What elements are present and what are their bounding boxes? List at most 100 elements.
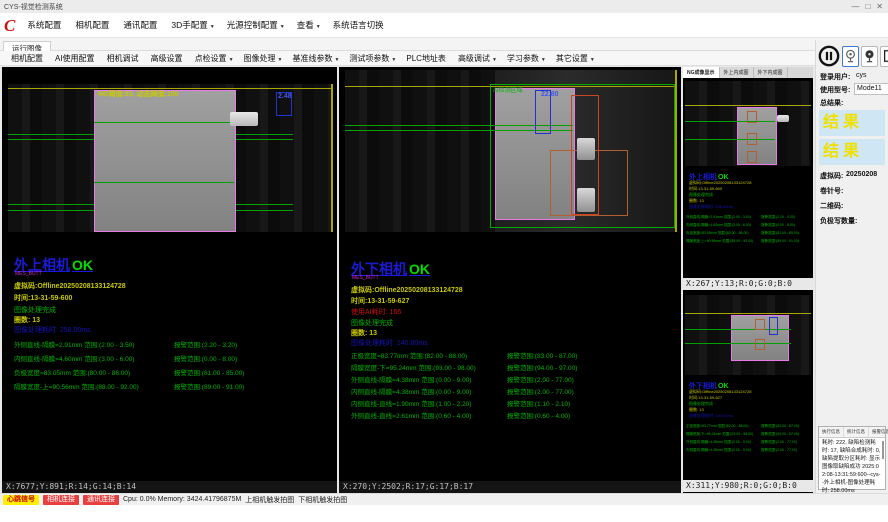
connector-tab <box>777 115 789 122</box>
upper-camera-panel[interactable]: 2.48 NG阈值:93, 动态阈值:100 外上相机OK MES_BUTT 虚… <box>2 67 337 493</box>
mini-measurement-alarm: 报警范围:(89.00 - 91.00) <box>761 239 799 244</box>
menu-language-switch[interactable]: 系统语言切换 <box>327 16 392 34</box>
measurement-row: 内侧直线-隔膜=4.60mm 范围:(3.00 - 6.00) 报警范围:(0.… <box>2 353 337 365</box>
metal-tab <box>577 188 595 212</box>
menu-system-config[interactable]: 系统配置 <box>21 16 69 34</box>
tool-image-processing[interactable]: 图像处理▼ <box>239 52 288 65</box>
ng-mini-status-2: X:311;Y:980;R:0;G:0;B:0 <box>683 480 813 492</box>
turn-count-text: 圈数: 13 <box>14 315 40 325</box>
info-tab-strip: 执行信息 统计信息 报警信息 <box>819 427 885 438</box>
mini-measurement-value: 隔膜宽度-下=95.24mm 范围:(93.00 - 98.00) <box>686 432 753 437</box>
minimize-button[interactable]: — <box>851 2 859 11</box>
tab-stats-info[interactable]: 统计信息 <box>844 427 869 437</box>
measurement-row: 外侧直线-直线=2.61mm 范围:(0.60 - 4.00) 报警范围:(0.… <box>339 410 681 422</box>
threshold-overlay-text: NG阈值:93, 动态阈值:100 <box>98 89 179 99</box>
maximize-button[interactable]: □ <box>865 2 870 11</box>
tool-advanced-settings[interactable]: 高级设置 <box>146 52 190 65</box>
mini-measurement-value: 外侧直线-隔膜=2.91mm 范围:(2.00 - 3.50) <box>686 215 751 220</box>
measurement-row: 外侧直线-隔膜=2.91mm 范围:(2.00 - 3.50) 报警范围:(2.… <box>2 339 337 351</box>
menu-comm-config[interactable]: 通讯配置 <box>117 16 165 34</box>
tool-camera-debug[interactable]: 相机调试 <box>102 52 146 65</box>
close-button[interactable]: ✕ <box>876 2 883 11</box>
tab-upper-inner-image[interactable]: 外上内成图 <box>720 67 754 78</box>
upper-trigger-text: 上相机触发拍图 <box>245 495 294 505</box>
green-line <box>685 121 775 122</box>
mini-measurement-alarm: 报警范围:(81.00 - 85.00) <box>761 231 799 236</box>
elapsed-text: 图像处理耗时: 258.00ms <box>14 325 91 335</box>
camera-1-button[interactable] <box>842 46 859 67</box>
upper-camera-image[interactable]: 2.48 NG阈值:93, 动态阈值:100 <box>8 84 333 232</box>
tool-other-settings[interactable]: 其它设置▼ <box>551 52 600 65</box>
measurement-alarm: 报警范围:(0.60 - 4.00) <box>507 410 570 420</box>
log-scrollbar[interactable] <box>882 441 884 459</box>
measurement-alarm: 报警范围:(0.00 - 8.00) <box>174 353 237 363</box>
tool-camera-config[interactable]: 相机配置 <box>6 52 50 65</box>
tab-alarm-info[interactable]: 报警信息 <box>869 427 888 437</box>
menu-3d-hand-config[interactable]: 3D手配置▼ <box>165 16 220 34</box>
measurement-row: 内侧直线-隔膜=4.38mm 范围:(0.00 - 9.00) 报警范围:(2.… <box>339 386 681 398</box>
result-box-lower: 结果 <box>819 139 885 165</box>
sidebar-button-row <box>818 45 888 67</box>
virtual-code-text: 虚拟码:Offline20250208133124728 <box>351 285 463 295</box>
mini-measurement-alarm: 报警范围:(2.00 - 77.00) <box>761 448 797 453</box>
measurement-value: 外侧直线-隔膜=4.38mm 范围:(0.00 - 9.00) <box>351 374 471 384</box>
tab-ng-display[interactable]: NG成像显示 <box>683 67 720 78</box>
orange-roi-box <box>747 151 757 163</box>
mini-measurement-row: 隔膜宽度-上=90.56mm 范围:(88.00 - 92.00) 报警范围:(… <box>683 239 813 246</box>
tool-learning-params[interactable]: 学习参数▼ <box>502 52 551 65</box>
menu-camera-config[interactable]: 相机配置 <box>69 16 117 34</box>
model-value-field[interactable]: Mode11 <box>854 83 888 95</box>
pause-icon <box>818 45 840 67</box>
part-region-box <box>94 90 236 232</box>
tool-baseline-params[interactable]: 基准线参数▼ <box>287 52 344 65</box>
ng-mini-image-2[interactable] <box>685 295 811 375</box>
green-line <box>94 122 234 123</box>
pause-button[interactable] <box>818 45 840 67</box>
blue-measure-label: 22.80 <box>541 91 559 98</box>
orange-roi-box <box>755 319 765 330</box>
menu-light-control-config[interactable]: 光源控制配置▼ <box>221 16 291 34</box>
pin-number-label: 卷针号: <box>820 186 843 196</box>
menu-view[interactable]: 查看▼ <box>291 16 327 34</box>
green-line <box>685 139 775 140</box>
elapsed-text: 图像处理耗时: 140.00ms <box>351 338 428 348</box>
mini-measurement-alarm: 报警范围:(0.00 - 8.00) <box>761 223 795 228</box>
green-line <box>685 343 791 344</box>
yellow-edge-line <box>675 70 677 232</box>
measurement-row: 隔膜宽度-下=95.24mm 范围:(93.00 - 98.00) 报警范围:(… <box>339 362 681 374</box>
measurement-value: 负极宽度=83.05mm 范围:(80.00 - 86.00) <box>14 367 130 377</box>
ng-mini-image-1[interactable] <box>685 81 811 166</box>
tab-lower-inner-image[interactable]: 外下内成图 <box>754 67 788 78</box>
blue-measure-box <box>769 317 778 335</box>
camera-link-badge: 相机连接 <box>43 495 79 505</box>
tab-exec-info[interactable]: 执行信息 <box>819 427 844 437</box>
comm-link-badge: 通讯连接 <box>83 495 119 505</box>
upper-camera-cursor-status: X:7677;Y:891;R:14;G:14;B:14 <box>2 481 337 493</box>
mini-measurement-value: 外侧直线-隔膜=4.38mm 范围:(0.00 - 9.00) <box>686 440 751 445</box>
measurement-row: 内侧直线-直线=1.90mm 范围:(1.00 - 2.20) 报警范围:(1.… <box>339 398 681 410</box>
ng-image-column: NG成像显示 外上内成图 外下内成图 外上相机OK 虚拟码:Offline202… <box>683 67 813 493</box>
turn-count-text: 圈数: 13 <box>351 328 377 338</box>
lower-camera-panel[interactable]: 22.80 AI检测区域 外下相机OK MES_BUTT 虚拟码:Offline… <box>339 67 681 493</box>
title-bar: CYS-视觉检测系统 — □ ✕ <box>0 0 888 13</box>
tool-plc-address-table[interactable]: PLC地址表 <box>401 52 453 65</box>
mini-measurement-alarm: 报警范围:(2.20 - 3.20) <box>761 215 795 220</box>
measurement-value: 内侧直线-隔膜=4.60mm 范围:(3.00 - 6.00) <box>14 353 134 363</box>
process-done-text: 图像处理完成 <box>14 305 56 315</box>
measurement-alarm: 报警范围:(1.10 - 2.10) <box>507 398 570 408</box>
camera-2-button[interactable] <box>861 46 878 67</box>
measurement-value: 隔膜宽度-下=95.24mm 范围:(93.00 - 98.00) <box>351 362 476 372</box>
info-log-text: 耗时: 222, 缺陷检测耗时: 17, 缺陷合成耗时: 0, 缺陷提取分区耗时… <box>819 438 885 498</box>
exit-button[interactable] <box>880 46 888 67</box>
green-line <box>495 125 573 126</box>
window-controls: — □ ✕ <box>851 0 886 13</box>
tool-ai-use-config[interactable]: AI使用配置 <box>50 52 102 65</box>
tool-spot-check[interactable]: 点检设置▼ <box>190 52 239 65</box>
tool-advanced-debug[interactable]: 高级调试▼ <box>453 52 502 65</box>
mes-status-text: MES_BUTT <box>352 275 379 281</box>
lower-camera-cursor-status: X:270;Y:2502;R:17;G:17;B:17 <box>339 481 681 493</box>
part-region-box <box>737 107 777 165</box>
mini-measurement-row: 内侧直线-隔膜=4.60mm 范围:(3.00 - 6.00) 报警范围:(0.… <box>683 223 813 230</box>
tool-test-item-params[interactable]: 测试项参数▼ <box>344 52 401 65</box>
lower-camera-image[interactable]: 22.80 AI检测区域 <box>345 70 677 232</box>
